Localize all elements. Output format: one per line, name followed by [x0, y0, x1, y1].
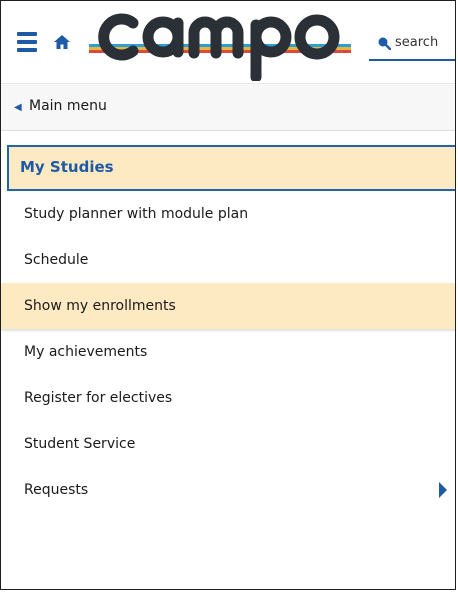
menu-item-label: Student Service — [24, 436, 136, 452]
menu-item-requests[interactable]: Requests — [1, 467, 455, 513]
menu-item-schedule[interactable]: Schedule — [1, 237, 455, 283]
menu-item-label: Register for electives — [24, 390, 173, 406]
menu-item-student-service[interactable]: Student Service — [1, 421, 455, 467]
section-title: My Studies — [20, 158, 114, 176]
chevron-left-icon: ◀ — [14, 102, 22, 113]
app-window: ◀ Main menu My Studies Study planner wit… — [0, 0, 456, 590]
section-my-studies[interactable]: My Studies — [7, 145, 455, 191]
chevron-right-icon[interactable] — [438, 482, 448, 498]
search-input[interactable] — [395, 31, 455, 53]
menu-item-study-planner[interactable]: Study planner with module plan — [1, 191, 455, 237]
menu-item-label: Schedule — [24, 252, 89, 268]
search-underline — [369, 59, 455, 61]
home-icon[interactable] — [53, 34, 71, 50]
menu-item-label: Requests — [24, 482, 89, 498]
hamburger-icon[interactable] — [17, 32, 37, 52]
main-menu-label: Main menu — [29, 98, 107, 114]
main-menu-link[interactable]: ◀ Main menu — [1, 83, 455, 131]
menu-item-show-enrollments[interactable]: Show my enrollments — [1, 283, 455, 329]
menu-item-label: Show my enrollments — [24, 298, 176, 314]
app-header — [1, 1, 455, 81]
menu-item-achievements[interactable]: My achievements — [1, 329, 455, 375]
search-box — [369, 25, 455, 61]
menu-item-label: Study planner with module plan — [24, 206, 249, 222]
menu-item-label: My achievements — [24, 344, 148, 360]
studies-menu: Study planner with module plan Schedule … — [1, 191, 455, 513]
campo-logo[interactable] — [89, 3, 351, 81]
search-icon[interactable] — [377, 36, 391, 50]
menu-item-register-electives[interactable]: Register for electives — [1, 375, 455, 421]
